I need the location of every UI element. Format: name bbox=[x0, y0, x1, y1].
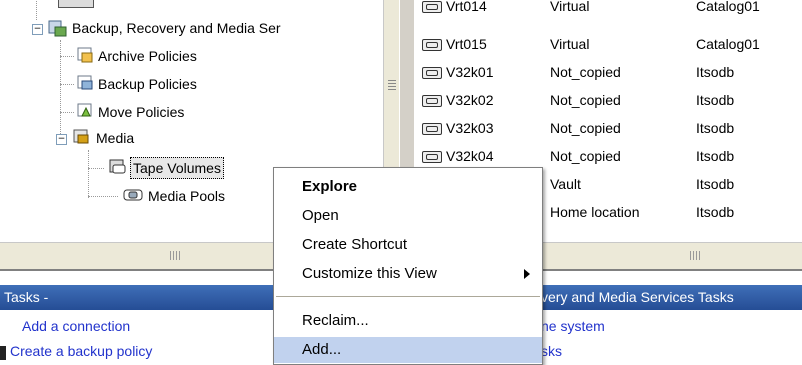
tape-volume-icon bbox=[108, 158, 126, 174]
tree-item-tape-volumes[interactable]: Tape Volumes bbox=[130, 157, 224, 179]
volume-db: Itsodb bbox=[696, 148, 735, 164]
tree-item-archive-policies[interactable]: Archive Policies bbox=[98, 45, 197, 67]
volume-db: Itsodb bbox=[696, 204, 735, 220]
right-task-link-2[interactable]: sks bbox=[541, 343, 562, 359]
menu-separator bbox=[276, 296, 540, 297]
media-pool-icon bbox=[122, 186, 143, 202]
volume-status: Vault bbox=[550, 176, 581, 192]
volume-name: V32k02 bbox=[446, 92, 494, 108]
media-icon bbox=[72, 128, 90, 144]
menu-item-explore[interactable]: Explore bbox=[274, 174, 542, 200]
collapse-expander[interactable]: − bbox=[32, 24, 43, 35]
volume-name: Vrt014 bbox=[446, 0, 487, 14]
volume-status: Not_copied bbox=[550, 64, 621, 80]
volume-db: Itsodb bbox=[696, 64, 735, 80]
submenu-arrow-icon bbox=[524, 269, 530, 279]
volume-status: Not_copied bbox=[550, 148, 621, 164]
task-icon bbox=[0, 346, 6, 360]
tape-icon bbox=[422, 95, 442, 108]
tasks-header-right: very and Media Services Tasks bbox=[541, 285, 802, 310]
tree-item-media-pools[interactable]: Media Pools bbox=[148, 185, 225, 207]
volume-name: Vrt015 bbox=[446, 36, 487, 52]
volume-name: V32k04 bbox=[446, 148, 494, 164]
volume-name: V32k03 bbox=[446, 120, 494, 136]
context-menu: Explore Open Create Shortcut Customize t… bbox=[273, 167, 543, 365]
add-connection-link[interactable]: Add a connection bbox=[22, 318, 130, 334]
tasks-header-left: Tasks - bbox=[0, 285, 273, 310]
menu-item-customize-view[interactable]: Customize this View bbox=[274, 261, 542, 287]
right-task-link-1[interactable]: ne system bbox=[541, 318, 605, 334]
backup-policy-icon bbox=[76, 74, 94, 90]
tree-root-node[interactable]: Backup, Recovery and Media Ser bbox=[72, 17, 281, 39]
create-backup-policy-link[interactable]: Create a backup policy bbox=[10, 343, 152, 359]
volume-db: Catalog01 bbox=[696, 36, 760, 52]
volume-db: Itsodb bbox=[696, 92, 735, 108]
tape-icon bbox=[422, 151, 442, 164]
volume-db: Itsodb bbox=[696, 176, 735, 192]
archive-policy-icon bbox=[76, 46, 94, 63]
tape-icon bbox=[422, 39, 442, 52]
collapse-expander[interactable]: − bbox=[56, 134, 67, 145]
tree-item-media[interactable]: Media bbox=[96, 127, 134, 149]
move-policy-icon bbox=[76, 102, 94, 118]
tape-icon bbox=[422, 123, 442, 136]
volume-db: Itsodb bbox=[696, 120, 735, 136]
volume-name: V32k01 bbox=[446, 64, 494, 80]
volume-status: Virtual bbox=[550, 36, 590, 52]
tree-item-backup-policies[interactable]: Backup Policies bbox=[98, 73, 197, 95]
menu-item-create-shortcut[interactable]: Create Shortcut bbox=[274, 232, 542, 258]
tape-icon bbox=[422, 1, 442, 14]
volume-status: Not_copied bbox=[550, 120, 621, 136]
menu-item-open[interactable]: Open bbox=[274, 203, 542, 229]
tree-item-move-policies[interactable]: Move Policies bbox=[98, 101, 184, 123]
volume-db: Catalog01 bbox=[696, 0, 760, 14]
tree-partial-row bbox=[58, 0, 94, 8]
volume-status: Not_copied bbox=[550, 92, 621, 108]
volume-status: Virtual bbox=[550, 0, 590, 14]
server-icon bbox=[48, 19, 67, 37]
menu-item-reclaim[interactable]: Reclaim... bbox=[274, 308, 542, 334]
tape-icon bbox=[422, 67, 442, 80]
menu-item-add[interactable]: Add... bbox=[274, 337, 542, 363]
volume-status: Home location bbox=[550, 204, 640, 220]
